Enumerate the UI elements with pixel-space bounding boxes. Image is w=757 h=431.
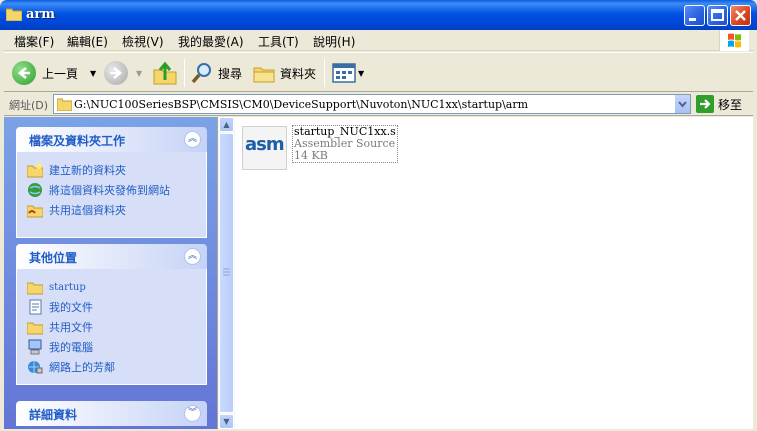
task-new-folder[interactable]: 建立新的資料夾 bbox=[27, 160, 206, 180]
back-dropdown-icon[interactable]: ▼ bbox=[90, 69, 96, 78]
collapse-up-icon[interactable]: ︽ bbox=[184, 131, 201, 148]
forward-button[interactable]: ▼ bbox=[104, 59, 142, 87]
menu-tools[interactable]: 工具(T) bbox=[258, 33, 299, 50]
minimize-icon bbox=[689, 18, 696, 21]
globe-icon bbox=[28, 183, 42, 197]
expand-down-icon[interactable]: ︾ bbox=[184, 405, 201, 422]
panel-title: 詳細資料 bbox=[29, 408, 78, 422]
address-dropdown-button[interactable] bbox=[674, 95, 690, 113]
maximize-icon bbox=[711, 9, 724, 21]
go-label: 移至 bbox=[718, 97, 743, 112]
panel-header[interactable]: 其他位置 ︽ bbox=[16, 244, 207, 269]
go-button[interactable]: 移至 bbox=[696, 95, 742, 113]
close-button[interactable] bbox=[730, 5, 751, 26]
scroll-down-button[interactable]: ▼ bbox=[219, 414, 234, 429]
folders-label: 資料夾 bbox=[280, 66, 317, 81]
menu-edit[interactable]: 編輯(E) bbox=[67, 33, 108, 50]
panel-title: 其他位置 bbox=[29, 251, 78, 265]
views-icon bbox=[332, 63, 356, 83]
back-button[interactable]: 上一頁 ▼ bbox=[12, 59, 96, 87]
collapse-up-icon[interactable]: ︽ bbox=[184, 248, 201, 265]
folders-icon bbox=[253, 67, 275, 83]
folder-icon bbox=[6, 8, 22, 21]
address-label: 網址(D) bbox=[9, 99, 49, 112]
panel-header[interactable]: 檔案及資料夾工作 ︽ bbox=[16, 127, 207, 152]
other-places-panel: 其他位置 ︽ startup 我的文件 共用文件 我的電腦 網路上的芳鄰 bbox=[16, 244, 207, 385]
address-path: G:\NUC100SeriesBSP\CMSIS\CM0\DeviceSuppo… bbox=[74, 98, 529, 111]
task-publish-web[interactable]: 將這個資料夾發佈到網站 bbox=[27, 180, 206, 200]
details-panel: 詳細資料 ︾ bbox=[16, 401, 207, 426]
network-places-icon bbox=[28, 361, 43, 374]
panel-body: startup 我的文件 共用文件 我的電腦 網路上的芳鄰 bbox=[16, 269, 207, 385]
file-item[interactable]: asm startup_NUC1xx.s Assembler Source 14… bbox=[242, 125, 398, 175]
search-label: 搜尋 bbox=[218, 66, 243, 81]
views-dropdown-icon[interactable]: ▼ bbox=[358, 69, 364, 78]
maximize-button[interactable] bbox=[707, 5, 728, 26]
toolbar: 上一頁 ▼ ▼ 搜尋 資料夾 ▼ bbox=[4, 52, 753, 92]
task-pane: 檔案及資料夾工作 ︽ 建立新的資料夾 將這個資料夾發佈到網站 共用這個資料夾 其… bbox=[4, 117, 217, 429]
place-my-computer[interactable]: 我的電腦 bbox=[27, 337, 206, 357]
address-bar: 網址(D) G:\NUC100SeriesBSP\CMSIS\CM0\Devic… bbox=[4, 92, 753, 116]
place-startup[interactable]: startup bbox=[27, 277, 206, 297]
scroll-up-button[interactable]: ▲ bbox=[219, 117, 234, 132]
go-arrow-icon bbox=[696, 95, 714, 113]
task-share-folder[interactable]: 共用這個資料夾 bbox=[27, 200, 206, 220]
forward-dropdown-icon[interactable]: ▼ bbox=[136, 69, 142, 78]
chevron-down-icon bbox=[678, 101, 687, 108]
file-list-pane[interactable]: ▲ ▼ asm startup_NUC1xx.s Assembler Sourc… bbox=[217, 117, 753, 429]
search-button[interactable]: 搜尋 bbox=[190, 59, 242, 87]
menu-bar: 檔案(F) 編輯(E) 檢視(V) 我的最愛(A) 工具(T) 說明(H) bbox=[4, 30, 753, 51]
panel-body: 建立新的資料夾 將這個資料夾發佈到網站 共用這個資料夾 bbox=[16, 152, 207, 238]
up-folder-button[interactable] bbox=[152, 59, 178, 87]
windows-logo bbox=[719, 30, 749, 51]
place-shared-documents[interactable]: 共用文件 bbox=[27, 317, 206, 337]
title-bar[interactable]: arm bbox=[0, 0, 757, 30]
grip-icon bbox=[223, 268, 230, 276]
file-info: startup_NUC1xx.s Assembler Source 14 KB bbox=[292, 125, 398, 163]
toolbar-separator bbox=[184, 59, 185, 87]
up-folder-icon bbox=[153, 61, 177, 85]
folder-icon bbox=[27, 322, 43, 335]
folder-icon bbox=[57, 98, 72, 111]
my-documents-icon bbox=[29, 299, 42, 315]
scroll-thumb[interactable] bbox=[219, 133, 234, 413]
windows-flag-icon bbox=[728, 33, 741, 48]
my-computer-icon bbox=[28, 339, 42, 355]
asm-file-icon: asm bbox=[242, 126, 287, 170]
place-my-documents[interactable]: 我的文件 bbox=[27, 297, 206, 317]
place-network[interactable]: 網路上的芳鄰 bbox=[27, 357, 206, 377]
new-folder-icon bbox=[27, 163, 43, 178]
file-size: 14 KB bbox=[294, 149, 328, 162]
close-icon bbox=[735, 10, 746, 21]
search-icon bbox=[191, 63, 211, 84]
toolbar-separator bbox=[324, 59, 325, 87]
panel-title: 檔案及資料夾工作 bbox=[29, 134, 126, 148]
menu-favorites[interactable]: 我的最愛(A) bbox=[178, 33, 244, 50]
menu-file[interactable]: 檔案(F) bbox=[14, 33, 54, 50]
address-input[interactable]: G:\NUC100SeriesBSP\CMSIS\CM0\DeviceSuppo… bbox=[53, 94, 691, 114]
views-button[interactable]: ▼ bbox=[332, 59, 364, 87]
shared-folder-icon bbox=[27, 205, 43, 218]
back-arrow-icon bbox=[12, 61, 36, 85]
folder-icon bbox=[27, 282, 43, 295]
vertical-scrollbar[interactable]: ▲ ▼ bbox=[218, 117, 235, 429]
forward-arrow-icon bbox=[104, 61, 128, 85]
menu-help[interactable]: 說明(H) bbox=[313, 33, 355, 50]
minimize-button[interactable] bbox=[684, 5, 705, 26]
window-title: arm bbox=[26, 7, 56, 22]
folders-button[interactable]: 資料夾 bbox=[252, 59, 316, 87]
panel-header[interactable]: 詳細資料 ︾ bbox=[16, 401, 207, 426]
file-folder-tasks-panel: 檔案及資料夾工作 ︽ 建立新的資料夾 將這個資料夾發佈到網站 共用這個資料夾 bbox=[16, 127, 207, 238]
back-label: 上一頁 bbox=[42, 66, 79, 81]
menu-view[interactable]: 檢視(V) bbox=[122, 33, 164, 50]
